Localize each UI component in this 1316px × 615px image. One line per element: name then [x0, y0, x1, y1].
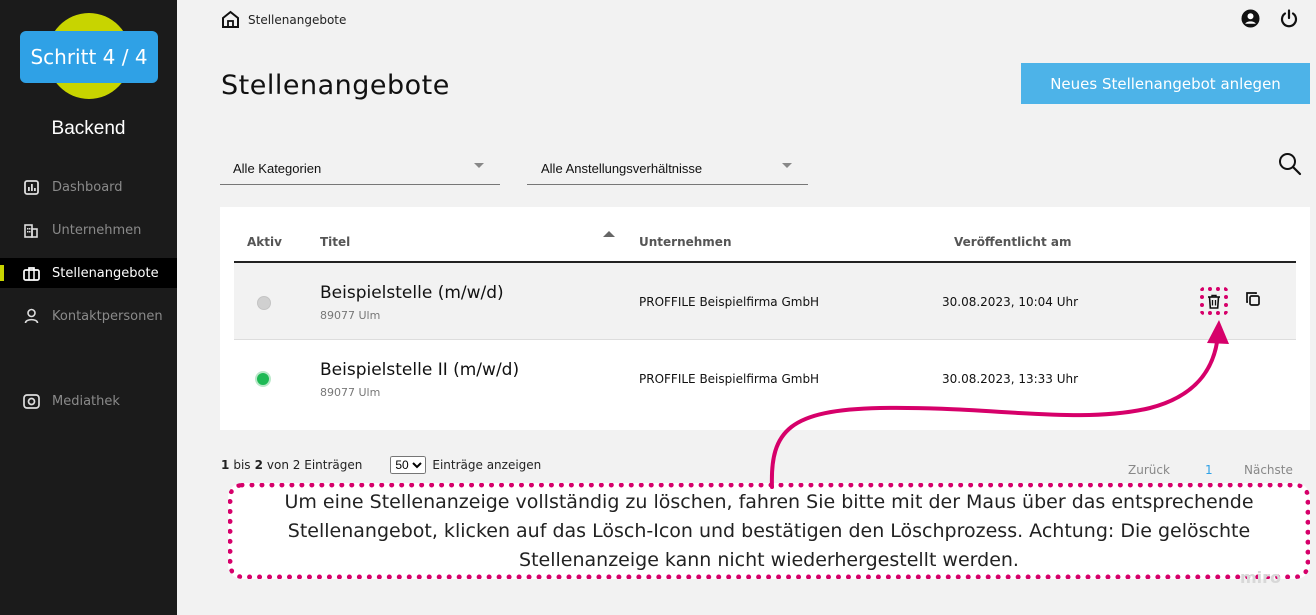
sidebar-item-stellenangebote[interactable]: Stellenangebote [0, 258, 177, 288]
row-company: PROFFILE Beispielfirma GmbH [639, 372, 820, 386]
row-location: 89077 Ulm [320, 386, 381, 399]
column-header-aktiv[interactable]: Aktiv [247, 235, 282, 249]
home-icon[interactable] [221, 10, 240, 29]
copy-icon[interactable] [1245, 291, 1261, 307]
entries-bis: bis [233, 458, 251, 472]
pager-current-page[interactable]: 1 [1205, 463, 1213, 477]
sidebar-item-label: Dashboard [52, 179, 123, 195]
step-badge: Schritt 4 / 4 [20, 31, 158, 83]
new-job-offer-button[interactable]: Neues Stellenangebot anlegen [1021, 63, 1310, 104]
entries-to: 2 [254, 458, 263, 472]
sidebar-item-dashboard[interactable]: Dashboard [0, 172, 177, 202]
trash-icon [1208, 294, 1220, 309]
entries-info: 1 bis 2 von 2 Einträgen 50 Einträge anze… [221, 456, 541, 474]
sidebar-item-kontaktpersonen[interactable]: Kontaktpersonen [0, 301, 177, 331]
status-dot-inactive[interactable] [257, 296, 271, 310]
building-icon [22, 221, 40, 239]
status-dot-active[interactable] [255, 371, 271, 387]
pager-prev[interactable]: Zurück [1128, 463, 1170, 477]
pager-next[interactable]: Nächste [1244, 463, 1293, 477]
search-icon[interactable] [1278, 152, 1302, 180]
callout-text: Um eine Stellenanzeige vollständig zu lö… [284, 490, 1254, 571]
sidebar-item-label: Mediathek [52, 393, 120, 409]
page-title: Stellenangebote [221, 70, 450, 101]
sidebar-item-label: Stellenangebote [52, 265, 159, 281]
category-select[interactable]: Alle Kategorien [220, 153, 500, 185]
category-select-value: Alle Kategorien [233, 161, 322, 176]
page-size-select[interactable]: 50 [390, 456, 427, 474]
sidebar-item-mediathek[interactable]: Mediathek [0, 386, 177, 416]
page-size-label: Einträge anzeigen [432, 458, 542, 472]
chevron-down-icon [782, 163, 792, 168]
row-date: 30.08.2023, 13:33 Uhr [942, 372, 1079, 386]
table-row[interactable]: Beispielstelle (m/w/d) 89077 Ulm PROFFIL… [234, 263, 1296, 340]
brand-label: Backend [51, 118, 126, 139]
employment-select-value: Alle Anstellungsverhältnisse [541, 161, 703, 176]
row-location: 89077 Ulm [320, 309, 381, 322]
row-title: Beispielstelle II (m/w/d) [320, 360, 520, 380]
row-company: PROFFILE Beispielfirma GmbH [639, 295, 820, 309]
account-icon[interactable] [1241, 9, 1260, 32]
job-offers-table: Aktiv Titel Unternehmen Veröffentlicht a… [220, 207, 1310, 430]
dashboard-icon [22, 178, 40, 196]
column-header-veroeffentlicht[interactable]: Veröffentlicht am [954, 235, 1071, 249]
sidebar-item-unternehmen[interactable]: Unternehmen [0, 215, 177, 245]
person-icon [22, 307, 40, 325]
power-icon[interactable] [1280, 9, 1298, 32]
row-title: Beispielstelle (m/w/d) [320, 283, 504, 303]
sidebar-item-label: Kontaktpersonen [52, 308, 163, 324]
top-icons [1241, 9, 1298, 32]
sidebar: Schritt 4 / 4 Backend Dashboard Unterneh… [0, 0, 177, 615]
column-header-titel[interactable]: Titel [320, 235, 350, 249]
entries-total: von 2 Einträgen [266, 458, 363, 472]
table-row[interactable]: Beispielstelle II (m/w/d) 89077 Ulm PROF… [234, 340, 1296, 417]
row-date: 30.08.2023, 10:04 Uhr [942, 295, 1079, 309]
sidebar-item-label: Unternehmen [52, 222, 142, 238]
employment-select[interactable]: Alle Anstellungsverhältnisse [527, 153, 808, 185]
column-header-unternehmen[interactable]: Unternehmen [639, 235, 732, 249]
delete-button[interactable] [1200, 287, 1228, 315]
chevron-down-icon [474, 163, 484, 168]
entries-from: 1 [221, 458, 230, 472]
briefcase-icon [22, 264, 40, 282]
watermark: miro [1240, 568, 1282, 587]
sort-ascending-icon[interactable] [603, 231, 615, 237]
instruction-callout: Um eine Stellenanzeige vollständig zu lö… [228, 483, 1310, 579]
breadcrumb-current[interactable]: Stellenangebote [248, 13, 346, 27]
breadcrumb: Stellenangebote [221, 10, 346, 29]
camera-icon [22, 392, 40, 410]
